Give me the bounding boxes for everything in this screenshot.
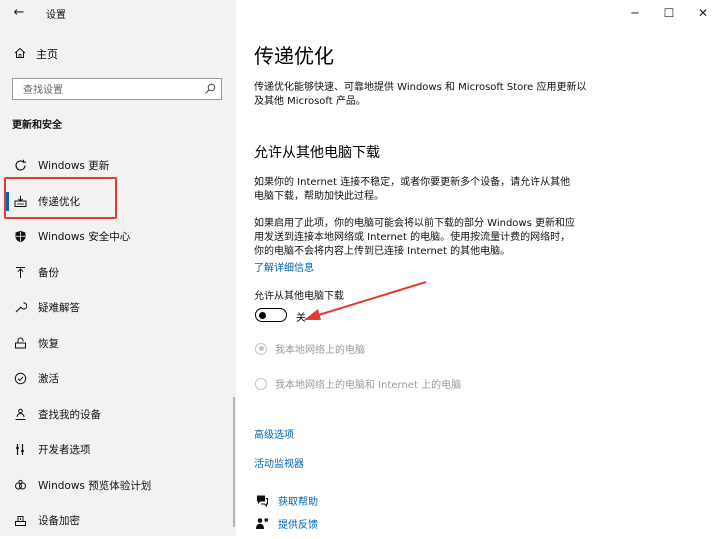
refresh-icon — [12, 158, 28, 174]
help-chat-icon — [254, 494, 270, 508]
sidebar-item-find-my-device[interactable]: 查找我的设备 — [0, 397, 236, 433]
section-title-update-security: 更新和安全 — [12, 120, 62, 131]
toggle-label: 允许从其他电脑下载 — [254, 291, 344, 302]
learn-more-link[interactable]: 了解详细信息 — [254, 259, 314, 274]
intro-line: 及其他 Microsoft 产品。 — [254, 96, 366, 107]
window-controls: ─ ☐ ✕ — [618, 0, 720, 26]
feedback-label: 提供反馈 — [278, 520, 318, 531]
intro-line: 传递优化能够快速、可靠地提供 Windows 和 Microsoft Store… — [254, 82, 587, 93]
sidebar-item-windows-security[interactable]: Windows 安全中心 — [0, 219, 236, 255]
home-label: 主页 — [36, 48, 58, 61]
sidebar-item-label: Windows 更新 — [38, 160, 110, 173]
feedback-link[interactable]: 提供反馈 — [254, 516, 318, 531]
close-button[interactable]: ✕ — [686, 0, 720, 26]
intro-text: 传递优化能够快速、可靠地提供 Windows 和 Microsoft Store… — [254, 81, 589, 109]
check-circle-icon — [12, 371, 28, 387]
sidebar-item-device-encryption[interactable]: 设备加密 — [0, 503, 236, 539]
sidebar-item-troubleshoot[interactable]: 疑难解答 — [0, 290, 236, 326]
wrench-icon — [12, 300, 28, 316]
allow-downloads-toggle[interactable] — [255, 308, 287, 322]
search-input[interactable] — [21, 82, 201, 98]
sidebar-item-label: 恢复 — [38, 337, 59, 350]
sidebar-item-label: Windows 安全中心 — [38, 231, 131, 244]
maximize-button[interactable]: ☐ — [652, 0, 686, 26]
activity-monitor-link[interactable]: 活动监视器 — [254, 455, 304, 470]
radio-local-and-internet[interactable]: 我本地网络上的电脑和 Internet 上的电脑 — [255, 376, 461, 391]
shield-icon — [12, 229, 28, 245]
sidebar-item-label: 设备加密 — [38, 515, 80, 528]
backup-arrow-icon — [12, 264, 28, 280]
encryption-icon — [12, 513, 28, 529]
recovery-icon — [12, 335, 28, 351]
sidebar-item-activation[interactable]: 激活 — [0, 361, 236, 397]
radio-button[interactable] — [255, 377, 267, 390]
description-line: 如果你的 Internet 连接不稳定，或者你要更新多个设备，请允许从其他 — [254, 177, 571, 188]
scrollbar-thumb[interactable] — [233, 397, 235, 527]
sidebar-home[interactable]: 主页 — [12, 44, 58, 64]
sidebar-item-label: 传递优化 — [38, 195, 80, 208]
sidebar-item-delivery-optimization[interactable]: 传递优化 — [0, 184, 236, 220]
section-title-allow-downloads: 允许从其他电脑下载 — [254, 145, 380, 161]
search-icon[interactable] — [203, 82, 217, 96]
details-text: 如果启用了此项，你的电脑可能会将以前下载的部分 Windows 更新和应 用发送… — [254, 217, 589, 259]
toggle-knob — [259, 311, 266, 319]
description-text: 如果你的 Internet 连接不稳定，或者你要更新多个设备，请允许从其他 电脑… — [254, 176, 589, 204]
description-line: 电脑下载，帮助加快此过程。 — [254, 191, 384, 202]
radio-label: 我本地网络上的电脑 — [275, 345, 365, 356]
search-box[interactable] — [12, 78, 222, 100]
radio-local-network[interactable]: 我本地网络上的电脑 — [255, 341, 365, 356]
toggle-state-label: 关 — [296, 313, 306, 324]
sidebar-item-label: 疑难解答 — [38, 302, 80, 315]
sidebar-item-label: 开发者选项 — [38, 444, 91, 457]
sidebar-item-label: Windows 预览体验计划 — [38, 479, 152, 492]
sidebar-item-backup[interactable]: 备份 — [0, 255, 236, 291]
page-title: 传递优化 — [254, 44, 334, 68]
radio-label: 我本地网络上的电脑和 Internet 上的电脑 — [275, 380, 462, 391]
details-line: 如果启用了此项，你的电脑可能会将以前下载的部分 Windows 更新和应 — [254, 218, 575, 229]
person-pin-icon — [12, 406, 28, 422]
sidebar: ← 设置 主页 更新和安全 Windows 更新 传递优化 — [0, 0, 236, 536]
sidebar-item-label: 查找我的设备 — [38, 408, 101, 421]
details-line: 用发送到连接本地网络或 Internet 的电脑。使用按流量计费的网络时， — [254, 232, 571, 243]
feedback-person-icon — [254, 517, 270, 531]
sidebar-item-windows-update[interactable]: Windows 更新 — [0, 148, 236, 184]
window-title: 设置 — [46, 10, 66, 21]
sidebar-item-label: 激活 — [38, 373, 59, 386]
minimize-button[interactable]: ─ — [618, 0, 652, 26]
sidebar-item-insider-program[interactable]: Windows 预览体验计划 — [0, 468, 236, 504]
back-arrow-icon[interactable]: ← — [10, 4, 28, 22]
sidebar-item-developer-options[interactable]: 开发者选项 — [0, 432, 236, 468]
insider-icon — [12, 477, 28, 493]
advanced-options-link[interactable]: 高级选项 — [254, 426, 294, 441]
radio-button[interactable] — [255, 342, 267, 355]
get-help-label: 获取帮助 — [278, 497, 318, 508]
get-help-link[interactable]: 获取帮助 — [254, 493, 318, 508]
developer-icon — [12, 442, 28, 458]
home-icon — [12, 47, 28, 62]
details-line: 你的电脑不会将内容上传到已连接 Internet 的其他电脑。 — [254, 246, 511, 257]
sidebar-item-label: 备份 — [38, 266, 59, 279]
sidebar-item-recovery[interactable]: 恢复 — [0, 326, 236, 362]
sidebar-nav: Windows 更新 传递优化 Windows 安全中心 备份 疑难解答 恢复 … — [0, 148, 236, 539]
delivery-optimization-icon — [12, 193, 28, 209]
